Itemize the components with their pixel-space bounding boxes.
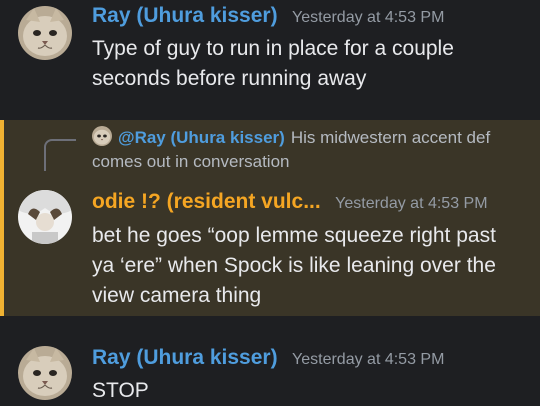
username[interactable]: Ray (Uhura kisser) bbox=[92, 4, 278, 27]
cat-avatar-icon bbox=[92, 126, 112, 146]
avatar-photo-icon bbox=[18, 190, 72, 244]
reply-preview[interactable]: @Ray (Uhura kisser) His midwestern accent… bbox=[92, 126, 532, 174]
reply-username[interactable]: @Ray (Uhura kisser) bbox=[118, 128, 285, 147]
avatar[interactable] bbox=[18, 190, 72, 244]
message-header: odie !? (resident vulc... Yesterday at 4… bbox=[92, 190, 488, 214]
username[interactable]: Ray (Uhura kisser) bbox=[92, 346, 278, 369]
timestamp[interactable]: Yesterday at 4:53 PM bbox=[335, 195, 487, 212]
message-text: Type of guy to run in place for a couple… bbox=[92, 37, 454, 90]
message-3: Ray (Uhura kisser) Yesterday at 4:53 PM … bbox=[0, 330, 540, 405]
reply-spine bbox=[44, 139, 76, 171]
cat-avatar-icon bbox=[18, 6, 72, 60]
timestamp[interactable]: Yesterday at 4:53 PM bbox=[292, 9, 444, 26]
message-text: bet he goes “oop lemme squeeze right pas… bbox=[92, 224, 496, 307]
message-header: Ray (Uhura kisser) Yesterday at 4:53 PM bbox=[92, 346, 444, 370]
message-text: STOP bbox=[92, 379, 149, 402]
avatar[interactable] bbox=[18, 6, 72, 60]
username[interactable]: odie !? (resident vulc... bbox=[92, 190, 321, 213]
message-1: Ray (Uhura kisser) Yesterday at 4:53 PM … bbox=[0, 0, 540, 118]
avatar[interactable] bbox=[18, 346, 72, 400]
message-2: odie !? (resident vulc... Yesterday at 4… bbox=[0, 180, 540, 316]
timestamp[interactable]: Yesterday at 4:53 PM bbox=[292, 351, 444, 368]
reply-avatar bbox=[92, 126, 112, 146]
cat-avatar-icon bbox=[18, 346, 72, 400]
message-header: Ray (Uhura kisser) Yesterday at 4:53 PM bbox=[92, 4, 444, 28]
